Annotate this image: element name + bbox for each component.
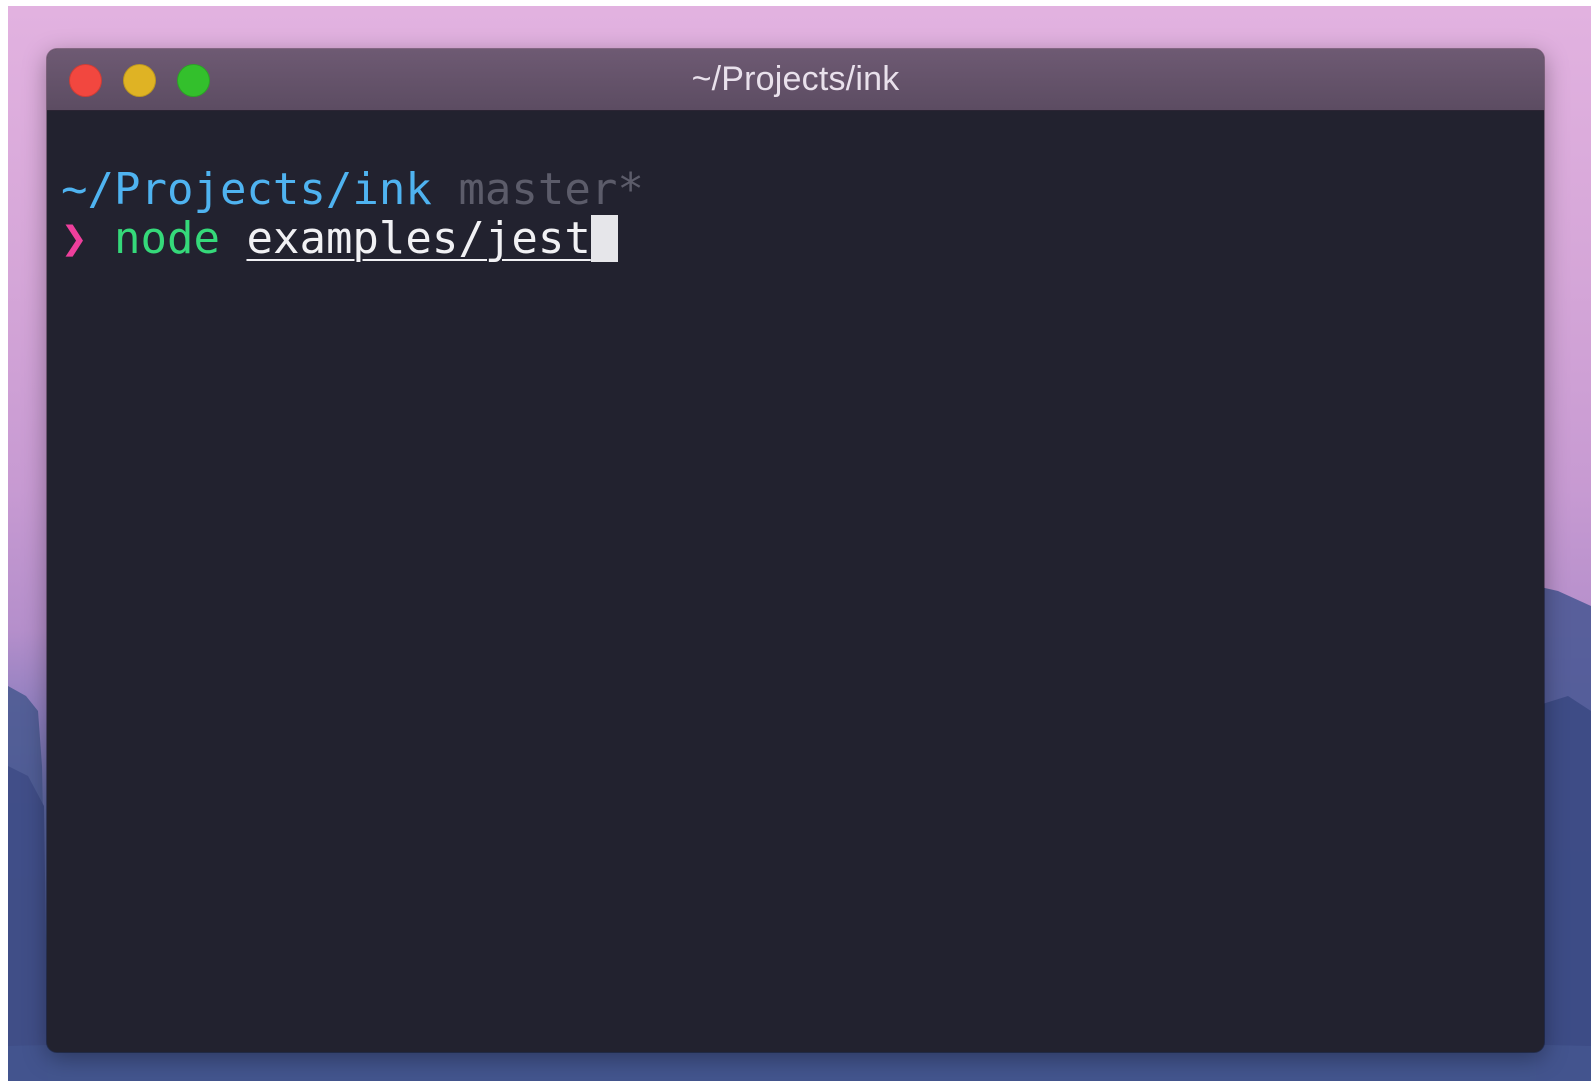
prompt-chevron-icon: ❯ <box>61 213 88 264</box>
typed-argument: examples/jest <box>246 213 591 264</box>
window-title: ~/Projects/ink <box>691 60 900 98</box>
prompt-info-line: ~/Projects/ink master* <box>61 165 644 215</box>
typed-command: node <box>114 213 220 264</box>
text-cursor <box>590 215 618 262</box>
desktop-background: ~/Projects/ink ~/Projects/ink master* ❯ … <box>8 6 1591 1081</box>
command-line[interactable]: ❯ node examples/jest <box>61 214 618 264</box>
prompt-cwd: ~/Projects/ink <box>61 164 432 215</box>
titlebar: ~/Projects/ink <box>47 49 1544 111</box>
terminal-window: ~/Projects/ink ~/Projects/ink master* ❯ … <box>47 49 1544 1052</box>
prompt-git-branch: master* <box>458 164 644 215</box>
terminal-body[interactable]: ~/Projects/ink master* ❯ node examples/j… <box>47 111 1544 1052</box>
